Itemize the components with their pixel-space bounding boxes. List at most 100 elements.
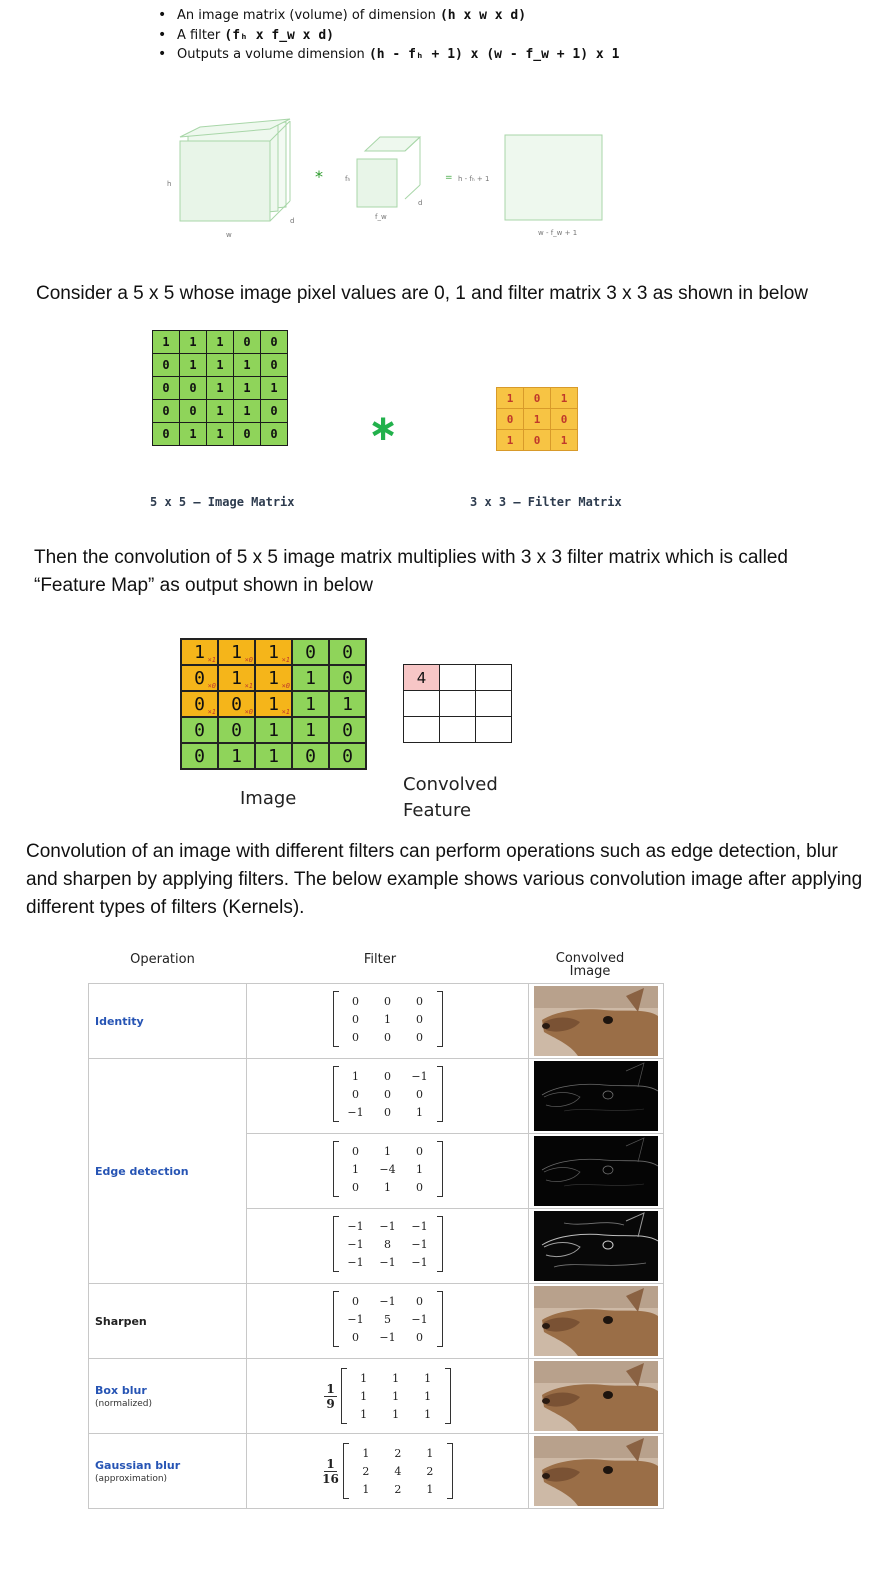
kernel-value: 1 [352,1069,359,1083]
convolution-image: 1 ×1 1 ×0 1 ×1 0 0 0 ×0 1 ×1 1 ×0 1 0 0 ×1 0 ×0 1 ×1 1 1 0 0 1 1 0 0 1… [180,638,367,770]
bullet-item: Outputs a volume dimension (h - fₕ + 1) … [150,45,619,65]
kernel-value: 2 [362,1464,370,1478]
image-cell [528,983,664,1059]
kernel-value: 0 [416,1144,423,1158]
feature-cell [475,664,512,691]
filter-cell: 19 1 1 1 1 1 1 1 1 1 [246,1358,529,1434]
matrix-cell: 0 ×0 [180,664,219,692]
kernel-value: 1 [362,1482,370,1496]
matrix-cell: 0 [217,716,256,744]
feature-caption-line2: Feature [403,800,472,821]
operation-sublabel: (approximation) [95,1473,168,1484]
kernel-value: 0 [416,1294,423,1308]
kernel-value: −1 [347,1255,364,1269]
matrix-cell: 1 [206,353,234,377]
feature-cell [439,664,476,691]
operation-cell: Gaussian blur (approximation) [88,1433,247,1509]
convolved-image-box-blur [534,1361,658,1431]
kernel-value: 1 [360,1389,368,1403]
matrix-cell: 1 [496,429,524,451]
operation-label: Box blur [95,1383,147,1397]
matrix-row: 0 ×0 1 ×1 1 ×0 1 0 [180,664,367,692]
matrix-cell: 0 [152,422,180,446]
table-row: Box blur (normalized) 19 1 1 1 1 1 1 1 1 1 [88,1358,664,1434]
image-cell [528,1283,664,1359]
matrix-cell: 1 [217,742,256,770]
matrix-cell: 0 ×0 [217,690,256,718]
matrix-cell: 0 [260,399,288,423]
kernel-value: 1 [392,1389,400,1403]
kernel-value: 0 [416,1330,423,1344]
convolved-image-gaussian-blur [534,1436,658,1506]
matrix-cell: 1 ×1 [254,638,293,666]
header-convolved-image: Convolved Image [525,952,655,978]
feature-cell [439,690,476,717]
kernel-value: −1 [411,1069,428,1083]
kernel-value: 1 [424,1371,432,1385]
matrix-cell: 1 ×0 [217,638,256,666]
bullet-item: A filter (fₕ x f_w x d) [150,26,619,46]
matrix-row: 1 ×1 1 ×0 1 ×1 0 0 [180,638,367,666]
convolve-operator: * [315,167,323,186]
table-row: Gaussian blur (approximation) 1 16 1 2 1 2 4 2 1 2… [88,1433,664,1509]
matrix-cell: 0 [180,716,219,744]
matrix-cell: 1 [496,387,524,409]
filter-cell: −1 −1 −1 −1 8 −1 −1 −1 −1 [246,1208,529,1284]
image-cell [528,1208,664,1284]
image-caption: Image [240,788,297,809]
kernel-value: 0 [352,1030,359,1044]
kernel-value: −1 [379,1294,396,1308]
matrix-row: 00110 [180,716,367,744]
kernel-value: −1 [411,1219,428,1233]
operation-sublabel: (normalized) [95,1398,153,1409]
kernel-value: 0 [352,1294,359,1308]
matrix-row: 01100 [180,742,367,770]
matrix-cell: 0 [291,742,330,770]
kernel-value: 0 [416,1180,423,1194]
matrix-row: 01100 [152,422,288,446]
kernel-value: 0 [416,1030,423,1044]
matrix-cell: 0 [180,742,219,770]
operation-cell: Box blur (normalized) [88,1358,247,1434]
kernel-value: 1 [416,1162,423,1176]
matrix-cell: 1 [206,422,234,446]
kernel-value: 0 [352,1180,359,1194]
kernel-value: −1 [347,1105,364,1119]
matrix-cell: 1 [179,422,207,446]
matrix-cell: 1 [206,330,234,354]
filter-matrix-caption: 3 x 3 – Filter Matrix [470,495,622,509]
out-w-label: w - f_w + 1 [538,229,578,237]
matrix-cell: 0 [496,408,524,430]
matrix-row: 101 [496,387,578,409]
kernel-matrix: 0 −1 0 −1 5 −1 0 −1 0 [332,1291,443,1347]
matrix-cell: 1 ×1 [217,664,256,692]
operation-label: Sharpen [95,1314,147,1328]
matrix-cell: 0 ×1 [180,690,219,718]
filter-cell: 1 16 1 2 1 2 4 2 1 2 1 [246,1433,529,1509]
filter-matrix: 101010101 [496,387,578,451]
filter-cell: 1 0 −1 0 0 0 −1 0 1 [246,1058,529,1134]
matrix-cell: 1 [550,429,578,451]
table-row: Identity 0 0 0 0 1 0 0 0 0 [88,983,664,1059]
kernel-value: 1 [392,1407,400,1421]
matrix-row: 01110 [152,353,288,377]
kernel-value: −1 [411,1255,428,1269]
kernel-value: 0 [352,1330,359,1344]
kernel-scale: 19 [324,1381,337,1411]
feature-cell [403,716,440,743]
matrix-row: 00110 [152,399,288,423]
kernel-value: −1 [379,1330,396,1344]
table-row: Edge detection 1 0 −1 0 0 0 −1 0 1 [88,1058,664,1284]
equals-sign: = [445,173,453,183]
matrix-row: 101 [496,429,578,451]
weight-label: ×0 [281,682,290,690]
matrix-row: 00111 [152,376,288,400]
kernel-value: 5 [384,1312,391,1326]
kernel-value: 0 [352,994,359,1008]
kernel-value: 0 [352,1144,359,1158]
kernel-value: 0 [384,1087,391,1101]
kernel-value: 1 [416,1105,423,1119]
image-cell [528,1133,664,1209]
d-label: d [290,217,295,225]
fh-label: fₕ [345,175,351,183]
